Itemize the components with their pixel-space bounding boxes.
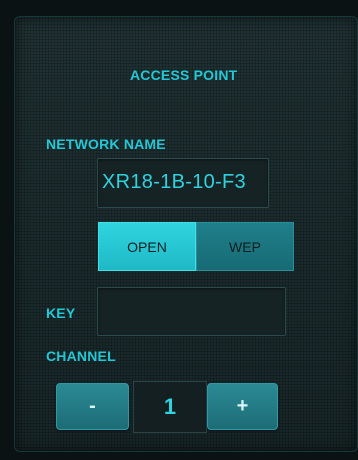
channel-label: CHANNEL	[46, 348, 116, 364]
channel-value: 1	[133, 381, 207, 433]
security-wep-button[interactable]: WEP	[196, 222, 294, 271]
channel-increment-button[interactable]: +	[207, 383, 278, 430]
window-frame: ACCESS POINT NETWORK NAME XR18-1B-10-F3 …	[0, 0, 358, 460]
key-label: KEY	[46, 305, 76, 321]
network-name-label: NETWORK NAME	[46, 136, 166, 152]
key-field[interactable]	[97, 287, 286, 336]
panel-title: ACCESS POINT	[130, 67, 238, 83]
network-name-value: XR18-1B-10-F3	[102, 171, 246, 193]
network-name-field[interactable]: XR18-1B-10-F3	[97, 158, 269, 208]
security-open-button[interactable]: OPEN	[98, 222, 196, 271]
channel-decrement-button[interactable]: -	[56, 383, 129, 430]
